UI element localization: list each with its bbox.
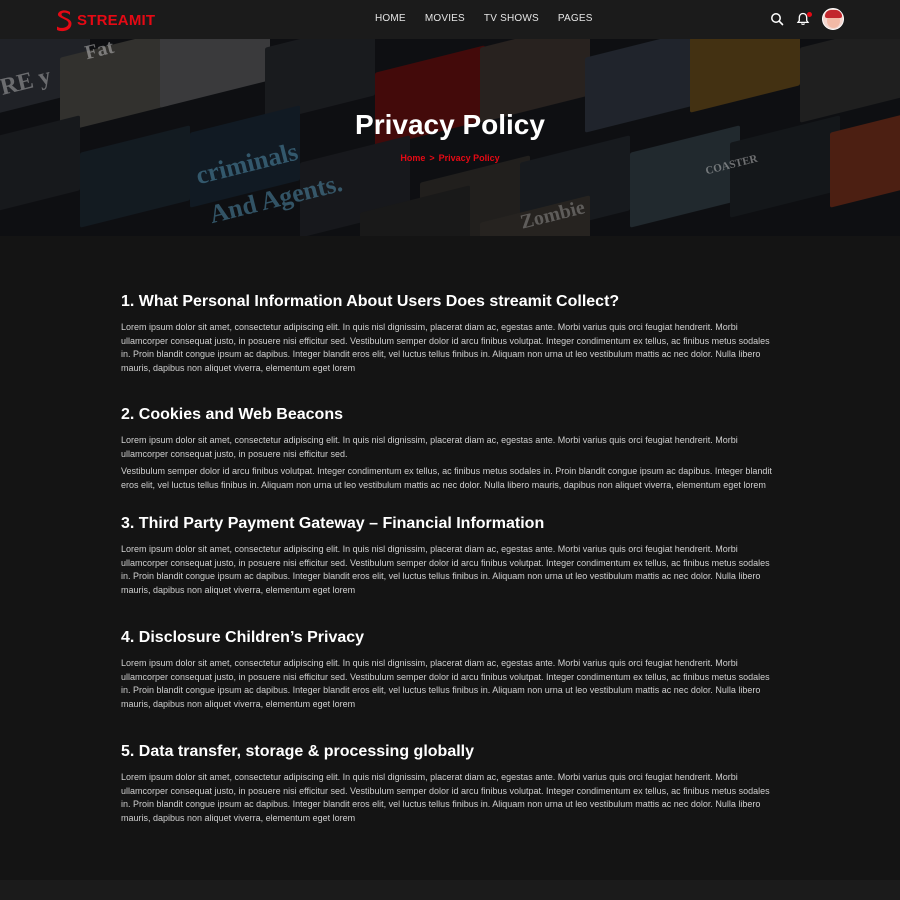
nav-item-pages[interactable]: Pages [558, 13, 593, 24]
brand-logo[interactable]: STREAMIT [55, 8, 155, 32]
brand-name: STREAMIT [77, 11, 156, 29]
section-heading: 5. Data transfer, storage & processing g… [121, 743, 474, 760]
section-heading: 4. Disclosure Children’s Privacy [121, 629, 365, 646]
header-tools [770, 8, 844, 30]
policy-section: 3. Third Party Payment Gateway – Financi… [121, 514, 781, 597]
policy-section: 5. Data transfer, storage & processing g… [121, 742, 781, 825]
breadcrumb: Home > Privacy Policy [0, 153, 900, 163]
streamit-logo-icon [57, 9, 72, 31]
breadcrumb-separator: > [429, 153, 435, 163]
section-paragraph: Lorem ipsum dolor sit amet, consectetur … [121, 322, 770, 373]
section-paragraph: Lorem ipsum dolor sit amet, consectetur … [121, 435, 738, 459]
policy-section: 2. Cookies and Web Beacons Lorem ipsum d… [121, 405, 781, 492]
section-heading: 1. What Personal Information About Users… [121, 293, 620, 310]
section-paragraph: Lorem ipsum dolor sit amet, consectetur … [121, 772, 770, 823]
nav-item-movies[interactable]: Movies [425, 13, 465, 24]
policy-section: 1. What Personal Information About Users… [121, 292, 781, 375]
search-icon[interactable] [770, 12, 784, 26]
section-heading: 3. Third Party Payment Gateway – Financi… [121, 515, 545, 532]
nav-item-tv-shows[interactable]: TV Shows [484, 13, 539, 24]
page-title: Privacy Policy [355, 109, 545, 140]
footer [0, 880, 900, 900]
nav-item-home[interactable]: Home [375, 13, 406, 24]
notification-button[interactable] [796, 12, 812, 26]
breadcrumb-current: Privacy Policy [438, 153, 500, 163]
policy-content: 1. What Personal Information About Users… [0, 236, 900, 880]
notification-dot [807, 12, 812, 17]
section-paragraph: Lorem ipsum dolor sit amet, consectetur … [121, 544, 770, 595]
policy-section: 4. Disclosure Children’s Privacy Lorem i… [121, 628, 781, 711]
section-paragraph: Vestibulum semper dolor id arcu finibus … [121, 466, 772, 490]
breadcrumb-home-link[interactable]: Home [400, 153, 425, 163]
page-banner: Fat criminals And Agents. Zombie COASTER… [0, 39, 900, 236]
avatar[interactable] [822, 8, 844, 30]
section-paragraph: Lorem ipsum dolor sit amet, consectetur … [121, 658, 770, 709]
site-header: STREAMIT Home Movies TV Shows Pages [0, 0, 900, 39]
section-heading: 2. Cookies and Web Beacons [121, 406, 343, 423]
main-nav: Home Movies TV Shows Pages [375, 13, 612, 24]
